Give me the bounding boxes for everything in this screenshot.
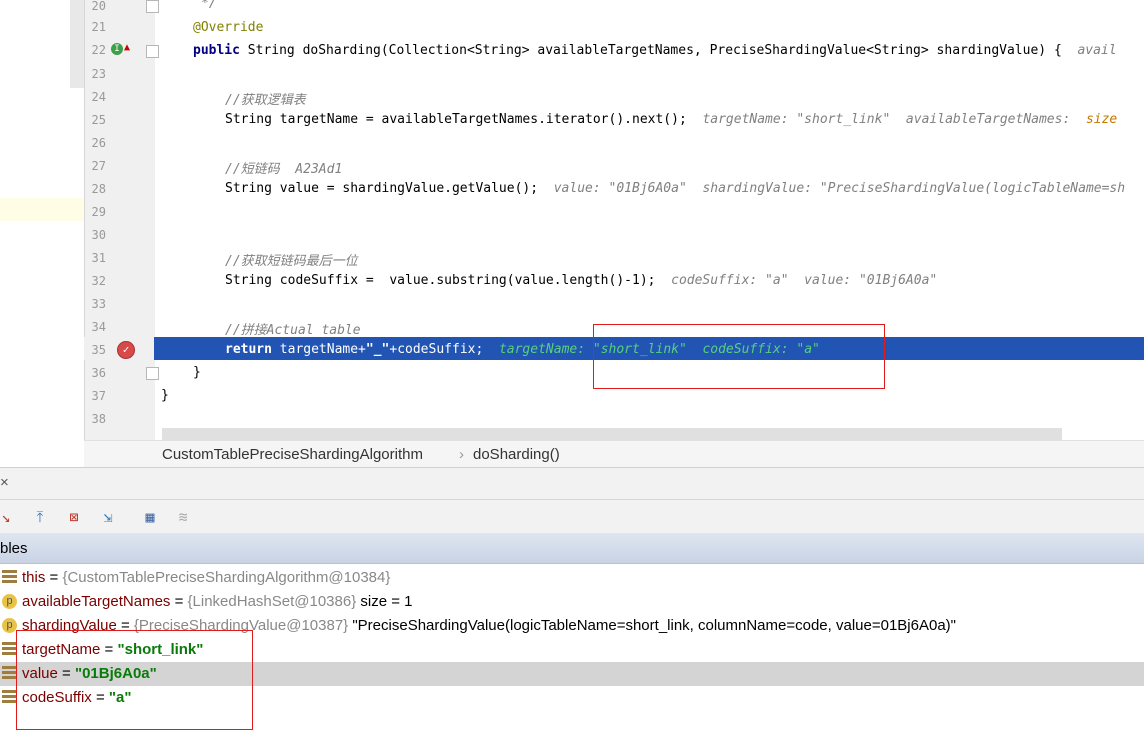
code-text: String codeSuffix = value.substring(valu… <box>225 273 656 288</box>
override-arrow-icon: ▲ <box>124 42 131 53</box>
panel-scrollbar[interactable] <box>70 0 84 88</box>
fold-marker-icon[interactable] <box>146 367 159 380</box>
code-text: String targetName = availableTargetNames… <box>225 112 687 127</box>
code-text: String doSharding(Collection<String> ava… <box>239 43 1062 58</box>
code-editor[interactable]: 20 21 22 23 24 25 26 27 28 29 30 31 32 3… <box>0 0 1144 440</box>
code-line-36: } <box>193 365 201 380</box>
horizontal-scrollbar[interactable] <box>162 428 1062 440</box>
line-number: 33 <box>91 297 106 311</box>
line-number: 38 <box>91 412 106 426</box>
fold-marker-icon[interactable] <box>146 45 159 58</box>
inline-hint: avail <box>1077 43 1117 58</box>
project-panel-edge <box>0 0 84 440</box>
field-icon <box>2 642 17 657</box>
debug-tab-bar: × <box>0 467 1144 500</box>
field-icon <box>2 666 17 681</box>
line-number: 23 <box>91 67 106 81</box>
inline-hint: size <box>1085 112 1118 127</box>
field-icon <box>2 690 17 705</box>
annotation-box-inline <box>593 324 885 389</box>
trace-stream-icon[interactable]: ≋ <box>173 507 193 527</box>
debug-toolbar: ↘ ⤒ ⊠ ⇲ ▦ ≋ <box>0 499 1144 534</box>
breakpoint-icon[interactable]: ✓ <box>117 341 135 359</box>
variable-name: availableTargetNames <box>22 593 171 610</box>
line-number: 36 <box>91 366 106 380</box>
variable-eq: = <box>170 593 188 610</box>
line-number: 22 <box>91 43 106 57</box>
annotation-box-variables <box>16 630 253 730</box>
line-number: 34 <box>91 320 106 334</box>
line-number: 20 <box>91 0 106 13</box>
variable-type: {CustomTablePreciseShardingAlgorithm@103… <box>62 569 391 586</box>
code-line-21: @Override <box>193 20 264 35</box>
line-number: 27 <box>91 159 106 173</box>
keyword: return <box>225 342 272 357</box>
line-number: 21 <box>91 20 106 34</box>
fold-marker-icon[interactable] <box>146 0 159 13</box>
close-icon[interactable]: × <box>0 474 9 491</box>
evaluate-expression-icon[interactable]: ▦ <box>140 507 160 527</box>
param-icon: p <box>2 594 17 609</box>
variables-title: bles <box>0 540 28 557</box>
variable-row[interactable]: p availableTargetNames = {LinkedHashSet@… <box>0 590 1144 614</box>
line-number: 25 <box>91 113 106 127</box>
step-into-icon[interactable]: ↘ <box>0 507 16 527</box>
line-number: 28 <box>91 182 106 196</box>
code-line-20: */ <box>201 0 217 11</box>
drop-frame-icon[interactable]: ⊠ <box>64 507 84 527</box>
variable-value: "PreciseShardingValue(logicTableName=sho… <box>348 617 956 634</box>
implements-method-icon[interactable]: I <box>111 43 123 55</box>
code-text: +codeSuffix; <box>389 342 484 357</box>
code-text: targetName+ <box>271 342 366 357</box>
run-to-cursor-icon[interactable]: ⇲ <box>98 507 118 527</box>
line-number: 29 <box>91 205 106 219</box>
breadcrumb-separator: › <box>459 446 464 463</box>
string-literal: "_" <box>365 342 390 357</box>
line-number: 37 <box>91 389 106 403</box>
code-line-24: //获取逻辑表 <box>225 93 306 108</box>
line-number: 30 <box>91 228 106 242</box>
line-number: 26 <box>91 136 106 150</box>
param-icon: p <box>2 618 17 633</box>
line-number: 24 <box>91 90 106 104</box>
step-out-icon[interactable]: ⤒ <box>30 507 50 527</box>
code-line-22: public String doSharding(Collection<Stri… <box>193 43 1117 58</box>
variable-type: {LinkedHashSet@10386} <box>187 593 357 610</box>
code-line-37: } <box>161 388 169 403</box>
field-icon <box>2 570 17 585</box>
variable-value: size = 1 <box>356 593 413 610</box>
line-number: 31 <box>91 251 106 265</box>
variable-row[interactable]: this = {CustomTablePreciseShardingAlgori… <box>0 566 1144 590</box>
inline-hint: value: "01Bj6A0a" shardingValue: "Precis… <box>553 181 1126 196</box>
code-text: String value = shardingValue.getValue(); <box>225 181 539 196</box>
breadcrumb-method[interactable]: doSharding() <box>473 446 560 463</box>
current-line-highlight <box>0 198 84 221</box>
breadcrumb: CustomTablePreciseShardingAlgorithm › do… <box>84 440 1144 468</box>
inline-hint: targetName: "short_link" availableTarget… <box>702 112 1071 127</box>
variable-name: this <box>22 569 46 586</box>
variable-eq: = <box>45 569 63 586</box>
code-line-34: //拼接Actual table <box>225 323 361 338</box>
code-line-31: //获取短链码最后一位 <box>225 254 358 269</box>
code-line-25: String targetName = availableTargetNames… <box>225 112 1117 127</box>
inline-hint <box>1062 43 1078 58</box>
inline-hint: codeSuffix: "a" value: "01Bj6A0a" <box>671 273 938 288</box>
variables-panel-header: bles <box>0 533 1144 564</box>
code-line-27: //短链码 A23Ad1 <box>225 162 343 177</box>
breadcrumb-class[interactable]: CustomTablePreciseShardingAlgorithm <box>162 446 423 463</box>
code-line-32: String codeSuffix = value.substring(valu… <box>225 273 937 288</box>
line-number: 35 <box>91 343 106 357</box>
keyword: public <box>193 43 240 58</box>
code-line-28: String value = shardingValue.getValue();… <box>225 181 1125 196</box>
line-number: 32 <box>91 274 106 288</box>
